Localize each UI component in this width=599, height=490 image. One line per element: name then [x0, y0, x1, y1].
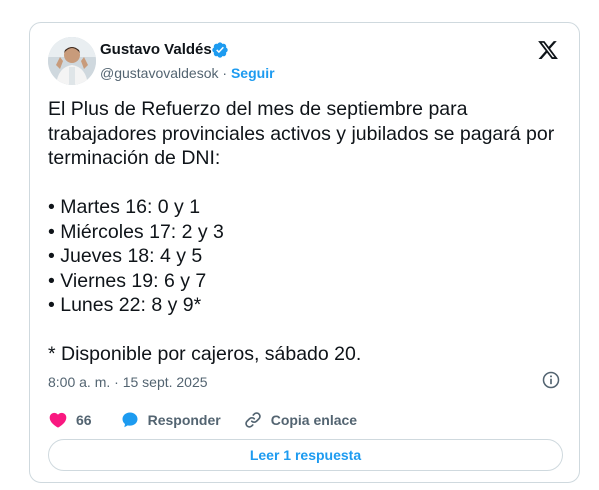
- follow-button[interactable]: Seguir: [231, 65, 275, 81]
- reply-label: Responder: [147, 412, 221, 428]
- copy-link-button[interactable]: Copia enlace: [243, 410, 357, 430]
- like-button[interactable]: 66: [48, 410, 92, 430]
- reply-button[interactable]: Responder: [120, 410, 221, 430]
- author-name[interactable]: Gustavo Valdés: [100, 41, 212, 59]
- tweet-text: El Plus de Refuerzo del mes de septiembr…: [48, 98, 555, 365]
- verified-badge-icon: [212, 42, 228, 58]
- link-icon: [244, 412, 261, 428]
- copy-link-label: Copia enlace: [270, 412, 358, 428]
- tweet-actions: 66 Responder Copia enlace: [48, 409, 357, 431]
- info-icon[interactable]: [541, 370, 561, 390]
- tweet-timestamp[interactable]: 8:00 a. m. · 15 sept. 2025: [48, 373, 208, 391]
- tweet-card: Gustavo Valdés @gustavovaldesok · Seguir…: [29, 22, 580, 483]
- handle-separator: ·: [218, 65, 231, 81]
- author-handle[interactable]: @gustavovaldesok: [100, 65, 219, 81]
- read-replies-button[interactable]: Leer 1 respuesta: [48, 439, 563, 471]
- like-count: 66: [76, 412, 92, 428]
- author-avatar[interactable]: [48, 37, 96, 85]
- speech-bubble-icon: [122, 412, 138, 428]
- heart-icon: [49, 412, 67, 428]
- author-handle-row: @gustavovaldesok · Seguir: [100, 64, 275, 82]
- x-logo-icon[interactable]: [537, 39, 559, 61]
